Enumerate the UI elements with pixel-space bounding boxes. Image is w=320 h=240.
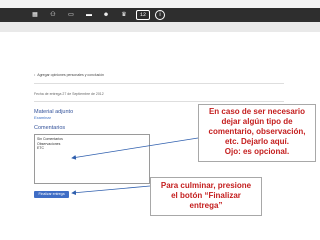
callout-line: comentario, observación, [208,127,306,136]
arrow-to-comments [71,137,199,160]
callout-line: dejar algún tipo de [221,117,293,126]
callout-line: Para culminar, presione [160,181,252,190]
callout-line: entrega” [189,201,223,210]
callout-line: Ojo: es opcional. [224,147,290,156]
callout-line: etc. Dejarlo aquí. [224,137,290,146]
arrow-to-button [71,185,151,196]
comment-callout: En caso de ser necesario dejar algún tip… [198,104,316,162]
callout-line: En caso de ser necesario [208,107,306,116]
finish-callout: Para culminar, presione el botón “Finali… [150,177,262,216]
callout-line: el botón “Finalizar [171,191,241,200]
